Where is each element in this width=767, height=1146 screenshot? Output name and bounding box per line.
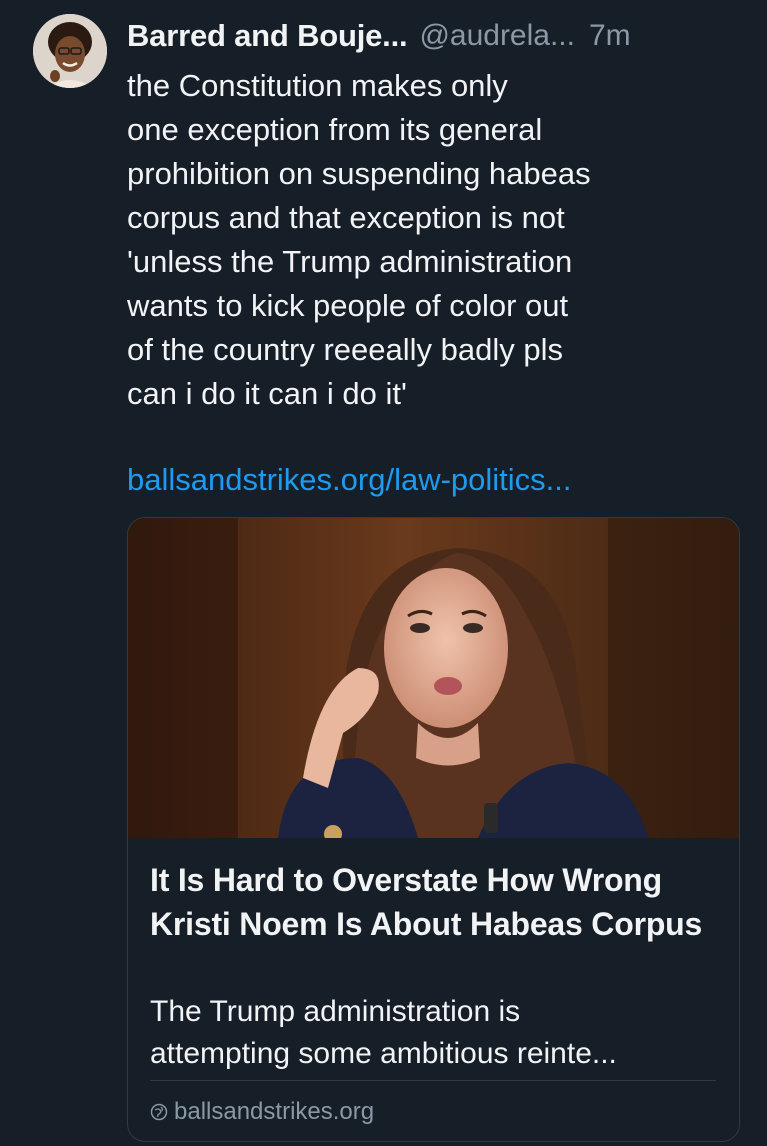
card-source[interactable]: ballsandstrikes.org <box>150 1094 374 1130</box>
post-timestamp[interactable]: 7m <box>589 19 631 53</box>
post[interactable]: Barred and Bouje... @audrela... 7m the C… <box>0 0 767 1146</box>
globe-icon <box>150 1103 168 1121</box>
card-description: The Trump administration is attempting s… <box>150 995 617 1070</box>
card-source-domain: ballsandstrikes.org <box>174 1098 375 1125</box>
post-link[interactable]: ballsandstrikes.org/law-politics... <box>127 458 572 502</box>
card-image <box>128 518 739 838</box>
display-name[interactable]: Barred and Bouje... <box>127 18 408 54</box>
card-title[interactable]: It Is Hard to Overstate How Wrong Kristi… <box>150 858 720 946</box>
post-header: Barred and Bouje... @audrela... 7m <box>127 14 747 58</box>
link-preview-card[interactable]: It Is Hard to Overstate How Wrong Kristi… <box>127 517 740 1142</box>
card-divider <box>150 1080 716 1081</box>
post-text: the Constitution makes only one exceptio… <box>127 68 591 411</box>
avatar-image <box>33 14 107 88</box>
avatar[interactable] <box>33 14 107 88</box>
user-handle[interactable]: @audrela... <box>419 19 575 53</box>
